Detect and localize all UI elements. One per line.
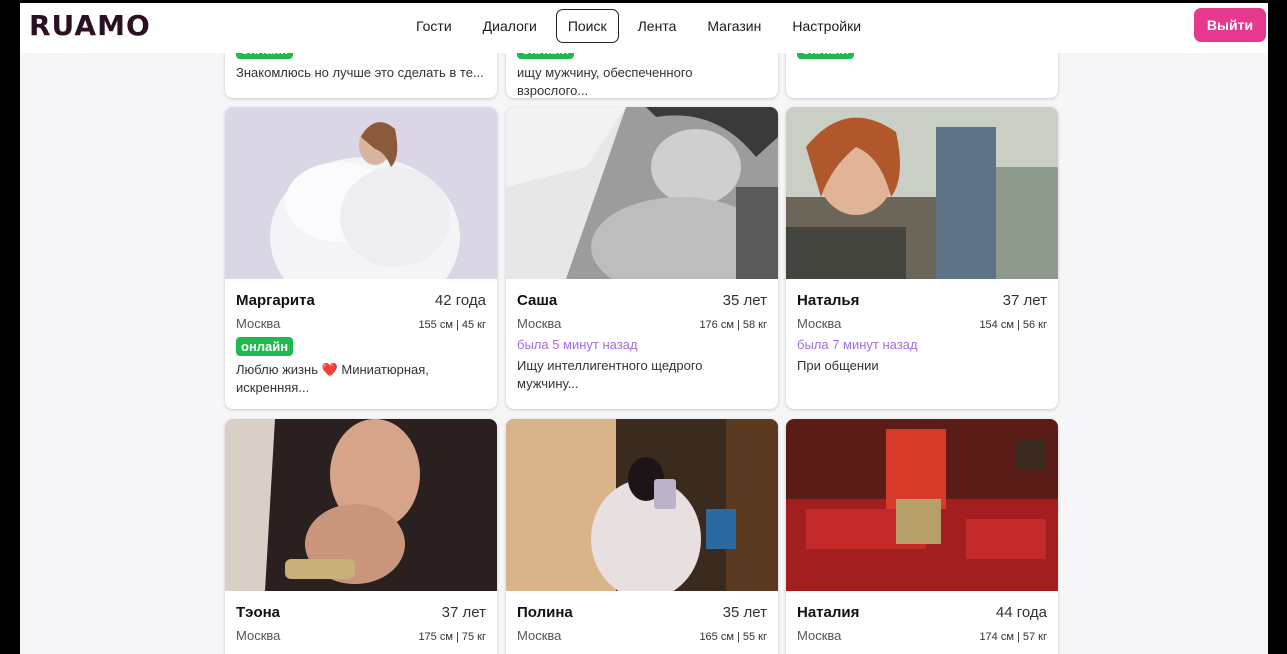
top-header: RUAMO Гости Диалоги Поиск Лента Магазин … — [20, 3, 1268, 53]
profile-card[interactable]: Маргарита 42 года Москва 155 см | 45 кг … — [225, 107, 497, 409]
nav-shop[interactable]: Магазин — [695, 9, 773, 43]
card-height-weight: 165 см | 55 кг — [699, 631, 767, 643]
nav-search[interactable]: Поиск — [555, 9, 619, 43]
card-name: Саша — [517, 292, 558, 309]
profile-photo[interactable] — [225, 107, 497, 279]
card-age: 37 лет — [441, 604, 486, 621]
card-name: Полина — [517, 604, 573, 621]
nav-dialogs[interactable]: Диалоги — [471, 9, 549, 43]
card-age: 35 лет — [722, 292, 767, 309]
profile-photo[interactable] — [786, 419, 1058, 591]
profile-photo[interactable] — [225, 419, 497, 591]
main-nav: Гости Диалоги Поиск Лента Магазин Настро… — [404, 9, 880, 43]
card-name: Тэона — [236, 604, 281, 621]
last-seen-status: была 5 минут назад — [517, 337, 638, 352]
card-height-weight: 155 см | 45 кг — [418, 319, 486, 331]
profile-card[interactable]: Саша 35 лет Москва 176 см | 58 кг была 5… — [506, 107, 778, 409]
card-age: 44 года — [995, 604, 1047, 621]
profile-card[interactable]: Полина 35 лет Москва 165 см | 55 кг — [506, 419, 778, 654]
card-age: 37 лет — [1002, 292, 1047, 309]
nav-feed[interactable]: Лента — [626, 9, 689, 43]
nav-guests[interactable]: Гости — [404, 9, 464, 43]
card-name: Маргарита — [236, 292, 315, 309]
card-about: Знакомлюсь но лучше это сделать в те... — [236, 65, 484, 80]
card-height-weight: 175 см | 75 кг — [418, 631, 486, 643]
card-name: Наталья — [797, 292, 860, 309]
profile-card[interactable]: Тэона 37 лет Москва 175 см | 75 кг — [225, 419, 497, 654]
profile-photo[interactable] — [786, 107, 1058, 279]
card-about: Ищу интеллигентного щедрого мужчину... — [517, 358, 703, 391]
heart-icon: ❤️ — [321, 362, 338, 377]
card-about: ищу мужчину, обеспеченного взрослого... — [517, 65, 693, 98]
profile-card[interactable]: Наталия 44 года Москва 174 см | 57 кг — [786, 419, 1058, 654]
card-city: Москва — [797, 628, 842, 643]
profile-photo[interactable] — [506, 107, 778, 279]
card-about: При общении — [797, 358, 879, 373]
last-seen-status: была 7 минут назад — [797, 337, 918, 352]
card-city: Москва — [797, 316, 842, 331]
card-city: Москва — [517, 316, 562, 331]
card-height-weight: 154 см | 56 кг — [979, 319, 1047, 331]
card-height-weight: 176 см | 58 кг — [699, 319, 767, 331]
card-name: Наталия — [797, 604, 860, 621]
profile-card[interactable]: Наталья 37 лет Москва 154 см | 56 кг был… — [786, 107, 1058, 409]
site-logo[interactable]: RUAMO — [29, 9, 151, 42]
logout-button[interactable]: Выйти — [1194, 8, 1266, 42]
card-city: Москва — [517, 628, 562, 643]
profile-photo[interactable] — [506, 419, 778, 591]
card-city: Москва — [236, 316, 281, 331]
card-about: Люблю жизнь ❤️ Миниатюрная, искренняя... — [236, 362, 429, 395]
online-badge: онлайн — [236, 337, 294, 356]
nav-settings[interactable]: Настройки — [780, 9, 873, 43]
page-viewport[interactable]: RUAMO Гости Диалоги Поиск Лента Магазин … — [20, 3, 1268, 654]
card-city: Москва — [236, 628, 281, 643]
card-age: 35 лет — [722, 604, 767, 621]
card-height-weight: 174 см | 57 кг — [979, 631, 1047, 643]
card-age: 42 года — [434, 292, 486, 309]
